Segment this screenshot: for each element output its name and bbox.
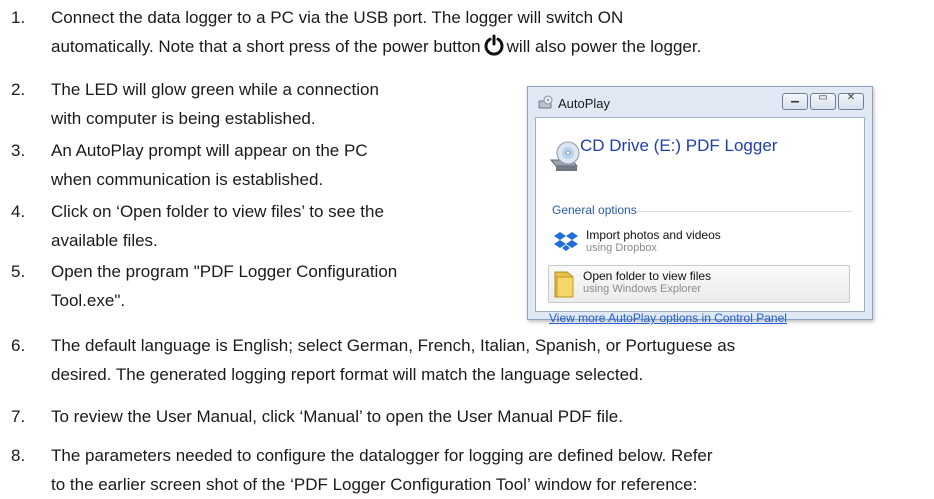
step-line: An AutoPlay prompt will appear on the PC (51, 141, 368, 160)
step-8: 8. The parameters needed to configure th… (11, 441, 931, 499)
step-1: 1. Connect the data logger to a PC via t… (11, 3, 931, 63)
more-autoplay-options-link[interactable]: View more AutoPlay options in Control Pa… (549, 311, 787, 325)
window-controls: ▁ ▭ ✕ (780, 92, 864, 110)
step-line: desired. The generated logging report fo… (51, 365, 644, 384)
step-2: 2. The LED will glow green while a conne… (11, 75, 511, 135)
step-4: 4. Click on ‘Open folder to view files’ … (11, 197, 511, 257)
dialog-title: AutoPlay (558, 95, 611, 111)
drive-name: CD Drive (E:) PDF Logger (580, 136, 778, 155)
close-icon: ✕ (846, 92, 856, 103)
step-line: Click on ‘Open folder to view files’ to … (51, 202, 384, 221)
option-open-folder[interactable]: Open folder to view files using Windows … (548, 265, 850, 303)
step-text: Connect the data logger to a PC via the … (51, 3, 931, 61)
option-import-photos[interactable]: Import photos and videos using Dropbox (552, 228, 852, 260)
step-number: 1. (11, 8, 26, 27)
folder-icon (554, 271, 574, 298)
step-line: The parameters needed to configure the d… (51, 446, 713, 465)
step-line: Connect the data logger to a PC via the … (51, 8, 624, 27)
cd-drive-icon (549, 141, 580, 171)
maximize-button[interactable]: ▭ (810, 92, 836, 110)
step-7: 7. To review the User Manual, click ‘Man… (11, 402, 931, 432)
step-line: Tool.exe". (51, 291, 126, 310)
autoplay-dialog: AutoPlay ▁ ▭ ✕ CD Drive (E:) PDF Logger … (527, 86, 873, 325)
step-line: Open the program "PDF Logger Configurati… (51, 262, 398, 281)
option-title: Import photos and videos (586, 228, 721, 242)
section-divider (636, 211, 852, 212)
step-line: with computer is being established. (51, 109, 316, 128)
step-number: 2. (11, 80, 26, 99)
dialog-content: CD Drive (E:) PDF Logger General options… (535, 117, 865, 325)
step-text: Click on ‘Open folder to view files’ to … (51, 197, 384, 255)
option-subtitle: using Windows Explorer (583, 283, 701, 295)
step-line: available files. (51, 231, 158, 250)
step-text: Open the program "PDF Logger Configurati… (51, 257, 397, 315)
step-line: to the earlier screen shot of the ‘PDF L… (51, 475, 698, 494)
step-line: when communication is established. (51, 170, 324, 189)
general-options-label: General options (552, 203, 637, 217)
step-6: 6. The default language is English; sele… (11, 331, 931, 391)
step-line: The LED will glow green while a connecti… (51, 80, 379, 99)
maximize-icon: ▭ (818, 92, 828, 103)
step-text: An AutoPlay prompt will appear on the PC… (51, 136, 368, 194)
dropbox-icon (554, 232, 578, 251)
step-number: 4. (11, 202, 26, 221)
step-number: 5. (11, 262, 26, 281)
step-text: The LED will glow green while a connecti… (51, 75, 379, 133)
step-text: The parameters needed to configure the d… (51, 441, 931, 499)
step-5: 5. Open the program "PDF Logger Configur… (11, 257, 511, 317)
dialog-titlebar: AutoPlay (538, 95, 610, 111)
minimize-button[interactable]: ▁ (782, 92, 808, 110)
step-text: The default language is English; select … (51, 331, 931, 389)
step-number: 8. (11, 446, 26, 465)
step-number: 3. (11, 141, 26, 160)
step-3: 3. An AutoPlay prompt will appear on the… (11, 136, 511, 196)
option-subtitle: using Dropbox (586, 242, 657, 254)
step-number: 6. (11, 336, 26, 355)
minimize-icon: ▁ (791, 92, 799, 103)
power-icon (484, 34, 504, 56)
step-line: The default language is English; select … (51, 336, 736, 355)
option-title: Open folder to view files (583, 269, 712, 283)
step-number: 7. (11, 407, 26, 426)
autoplay-icon (538, 95, 553, 109)
step-text: To review the User Manual, click ‘Manual… (51, 402, 931, 431)
step-line: To review the User Manual, click ‘Manual… (51, 407, 623, 426)
step-line: automatically. Note that a short press o… (51, 32, 931, 61)
close-button[interactable]: ✕ (838, 92, 864, 110)
